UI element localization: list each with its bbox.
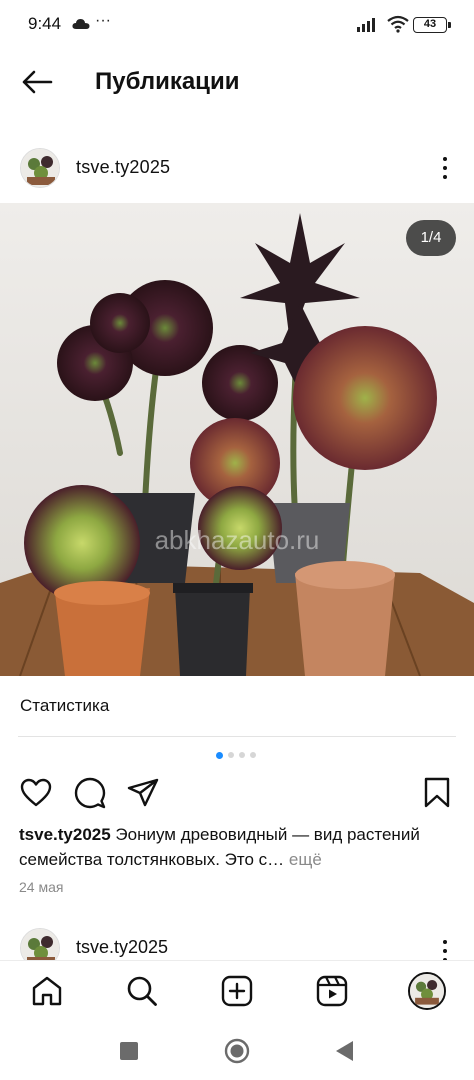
triangle-back-icon <box>336 1041 353 1061</box>
status-bar: 9:44 ··· 43 <box>0 0 474 50</box>
arrow-left-icon <box>22 70 53 94</box>
carousel-dot <box>239 752 245 758</box>
carousel-dot <box>250 752 256 758</box>
bottom-navigation <box>0 960 474 1020</box>
like-button[interactable] <box>19 776 53 810</box>
nav-search[interactable] <box>122 971 162 1011</box>
heart-icon <box>20 778 52 807</box>
recents-button[interactable] <box>116 1038 142 1064</box>
nav-home[interactable] <box>27 971 67 1011</box>
share-icon <box>127 778 159 807</box>
status-time: 9:44 <box>28 14 62 33</box>
home-icon <box>32 976 62 1006</box>
divider <box>18 736 456 737</box>
reels-icon <box>316 975 348 1007</box>
save-button[interactable] <box>420 776 454 810</box>
back-button[interactable] <box>18 64 56 100</box>
succulents-photo: abkhazauto.ru <box>0 203 474 676</box>
post-date: 24 мая <box>19 879 64 895</box>
page-title: Публикации <box>95 68 240 95</box>
carousel-dot <box>216 751 223 759</box>
photo-watermark: abkhazauto.ru <box>155 525 320 555</box>
back-system-button[interactable] <box>331 1038 357 1064</box>
photo-counter-badge: 1/4 <box>406 220 456 256</box>
home-system-button[interactable] <box>224 1038 250 1064</box>
signal-icon <box>357 17 379 37</box>
cloud-icon <box>72 17 90 35</box>
caption-username[interactable]: tsve.ty2025 <box>19 825 111 844</box>
share-button[interactable] <box>126 776 160 810</box>
more-options-button[interactable] <box>434 153 456 183</box>
post-caption: tsve.ty2025 Эониум древовидный — вид рас… <box>19 822 459 872</box>
battery-indicator: 43 <box>413 17 451 33</box>
comment-button[interactable] <box>73 776 107 810</box>
post-photo[interactable]: abkhazauto.ru <box>0 203 474 676</box>
profile-avatar <box>408 972 446 1010</box>
nav-reels[interactable] <box>312 971 352 1011</box>
comment-icon <box>74 777 106 809</box>
carousel-dot <box>228 752 234 758</box>
post-username[interactable]: tsve.ty2025 <box>76 937 168 958</box>
carousel-indicator <box>216 751 256 759</box>
circle-icon <box>224 1038 250 1064</box>
create-icon <box>221 975 253 1007</box>
search-icon <box>127 976 157 1006</box>
next-post-header: tsve.ty2025 <box>0 924 474 964</box>
nav-create[interactable] <box>217 971 257 1011</box>
nav-profile[interactable] <box>407 971 447 1011</box>
square-icon <box>120 1042 138 1060</box>
avatar[interactable] <box>20 928 60 964</box>
more-notifications-icon: ··· <box>95 12 111 29</box>
caption-more-link[interactable]: ещё <box>284 850 322 869</box>
app-header: Публикации <box>0 50 474 114</box>
statistics-link[interactable]: Статистика <box>20 696 109 716</box>
bookmark-icon <box>424 777 450 808</box>
wifi-icon <box>387 15 409 38</box>
avatar[interactable] <box>20 148 60 188</box>
system-navigation <box>0 1020 474 1080</box>
post-header: tsve.ty2025 <box>0 140 474 196</box>
post-username[interactable]: tsve.ty2025 <box>76 157 170 178</box>
